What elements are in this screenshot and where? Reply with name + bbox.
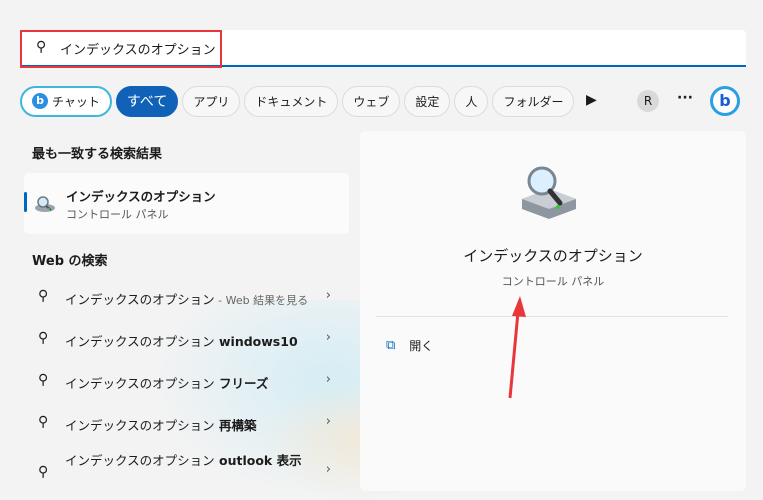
filter-chat[interactable]: b チャット [20,85,112,117]
result-suffix: outlook 表示 [214,453,302,468]
filter-settings[interactable]: 設定 [404,85,451,117]
open-action[interactable]: ⧉ 開く [386,337,433,354]
bing-chat-button[interactable]: b [710,86,740,116]
filter-all[interactable]: すべて [115,85,179,117]
search-value: インデックスのオプション [60,43,216,58]
result-text: インデックスのオプション [65,418,215,433]
search-icon: ⚲ [38,464,49,480]
chevron-right-icon: › [325,288,331,303]
search-icon: ⚲ [38,330,49,346]
avatar[interactable]: R [637,90,659,112]
search-icon: ⚲ [36,39,47,55]
detail-title: インデックスのオプション [463,247,643,265]
web-search-heading: Web の検索 [32,254,108,269]
detail-subtitle: コントロール パネル [501,275,605,288]
search-icon: ⚲ [38,288,49,304]
indexing-options-icon [35,196,55,212]
result-suffix: windows10 [214,334,298,349]
chevron-right-icon: › [325,414,331,429]
open-external-icon: ⧉ [386,338,396,353]
web-result-item[interactable]: ⚲ インデックスのオプション outlook 表示 › [24,448,349,484]
best-match-heading: 最も一致する検索結果 [32,147,163,162]
search-input[interactable]: ⚲ インデックスのオプション [20,30,746,68]
result-text: インデックスのオプション [65,376,215,391]
result-suffix: - Web 結果を見る [214,294,309,307]
selection-indicator [24,192,27,212]
bing-icon: b [32,93,48,109]
best-match-item[interactable]: インデックスのオプション コントロール パネル [24,173,349,234]
result-text: インデックスのオプション [65,334,215,349]
result-suffix: フリーズ [214,376,269,391]
filter-apps[interactable]: アプリ [182,85,241,117]
filter-documents[interactable]: ドキュメント [244,85,339,117]
chevron-right-icon: › [325,372,331,387]
open-label: 開く [409,339,434,353]
divider [376,316,728,317]
filter-people[interactable]: 人 [454,85,489,117]
result-text: インデックスのオプション [65,292,215,307]
detail-panel: インデックスのオプション コントロール パネル ⧉ 開く [360,131,746,491]
filter-bar: b チャット すべて アプリ ドキュメント ウェブ 設定 人 フォルダー [20,85,575,117]
filter-label: チャット [52,94,100,109]
search-icon: ⚲ [38,414,49,430]
chevron-right-icon: › [325,330,331,345]
web-result-item[interactable]: ⚲ インデックスのオプション フリーズ › [24,364,349,400]
result-text: インデックスのオプション [65,453,215,468]
result-suffix: 再構築 [214,418,257,433]
filter-web[interactable]: ウェブ [342,85,401,117]
web-result-item[interactable]: ⚲ インデックスのオプション - Web 結果を見る › [24,280,349,316]
indexing-options-icon [522,166,576,219]
search-icon: ⚲ [38,372,49,388]
more-filters-play-icon[interactable]: ▶ [586,92,597,108]
best-match-subtitle: コントロール パネル [66,208,169,221]
best-match-title: インデックスのオプション [66,189,216,204]
more-options-icon[interactable]: ··· [677,90,693,106]
chevron-right-icon: › [325,462,331,477]
web-result-item[interactable]: ⚲ インデックスのオプション 再構築 › [24,406,349,442]
filter-folders[interactable]: フォルダー [492,85,575,117]
web-result-item[interactable]: ⚲ インデックスのオプション windows10 › [24,322,349,358]
